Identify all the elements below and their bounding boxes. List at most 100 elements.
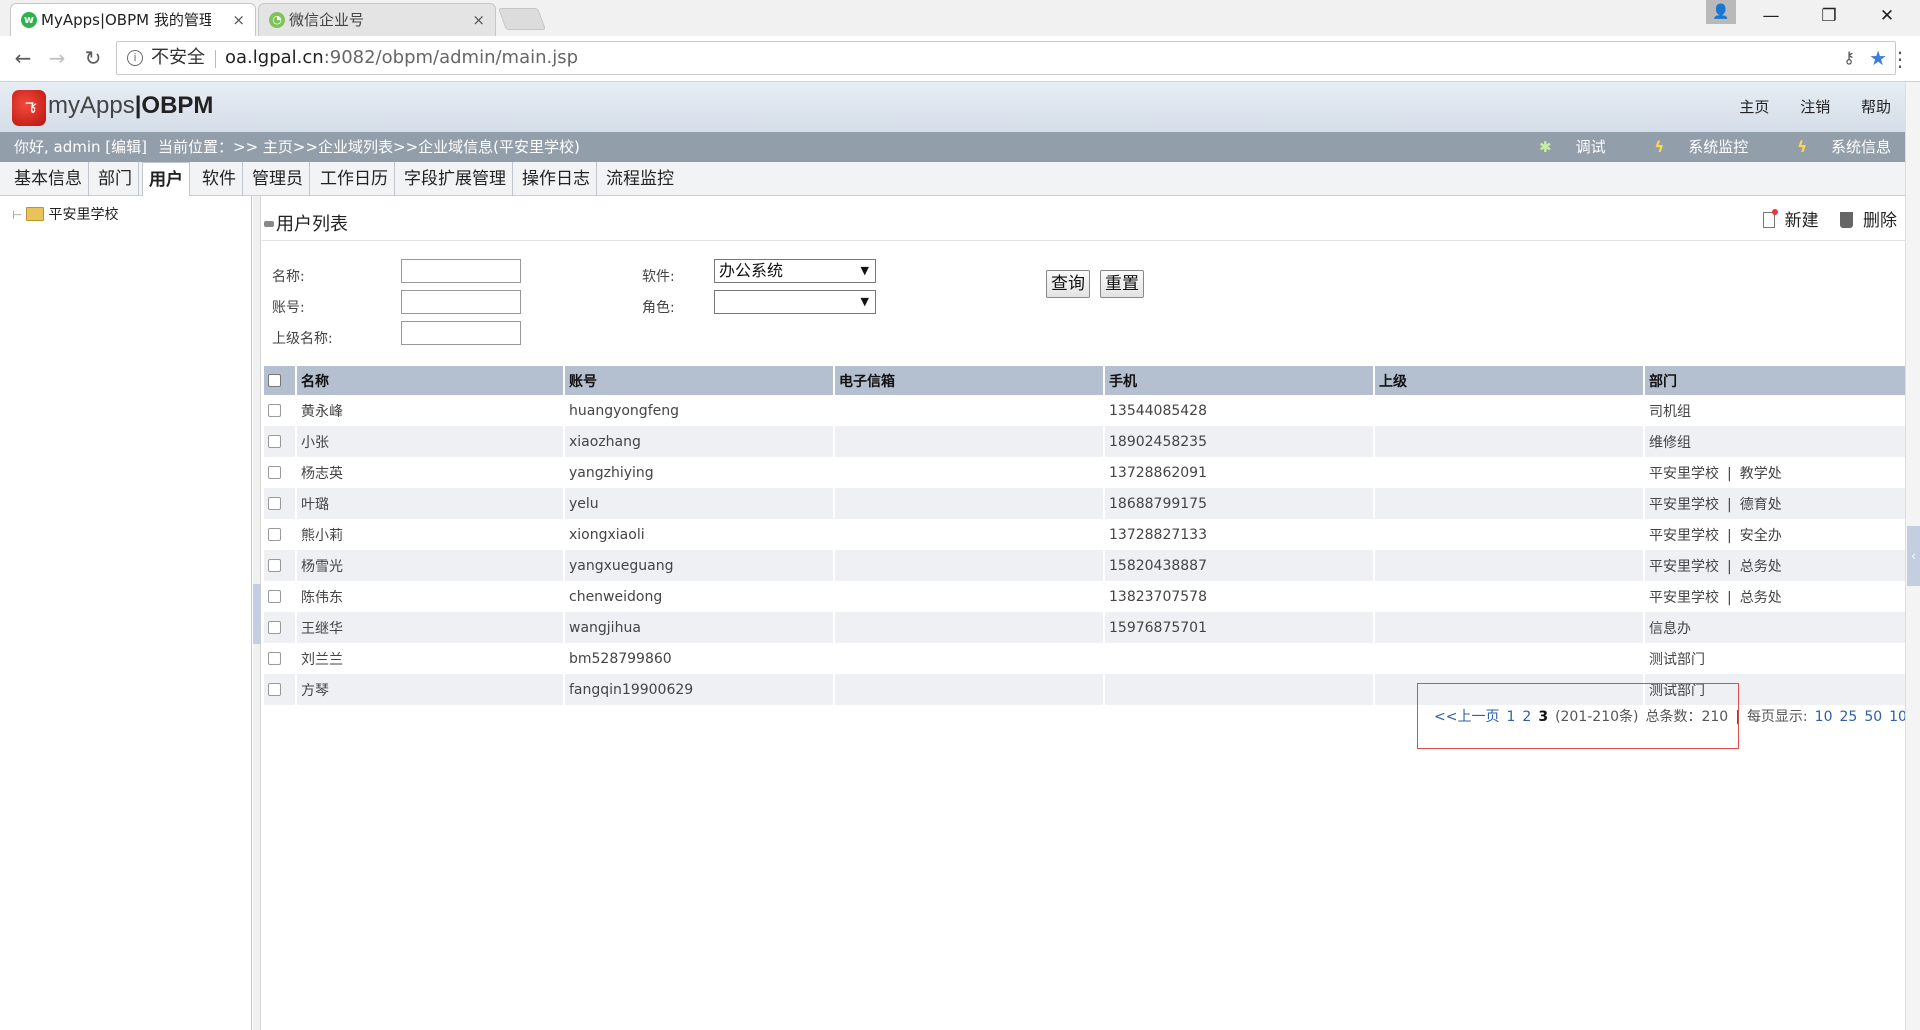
column-header-superior[interactable]: 上级 [1374,366,1645,395]
reset-button[interactable]: 重置 [1100,270,1144,298]
row-select-cell[interactable] [264,674,297,705]
browser-tab-wechat[interactable]: ◔ 微信企业号 × [258,3,496,36]
name-filter-input[interactable] [401,259,521,283]
bookmark-star-icon[interactable]: ★ [1869,42,1887,74]
row-select-cell[interactable] [264,457,297,488]
cell-name: 陈伟东 [296,581,565,612]
row-select-cell[interactable] [264,612,297,643]
right-collapse-bar[interactable]: ‹ [1905,82,1920,1030]
page-link-2[interactable]: 2 [1522,709,1531,725]
row-checkbox[interactable] [268,435,281,448]
table-row[interactable]: 王继华 wangjihua 15976875701 信息办 [264,612,1908,643]
row-checkbox[interactable] [268,590,281,603]
per-page-25[interactable]: 25 [1839,709,1857,725]
system-monitor-tool[interactable]: ϟ 系统监控 [1632,138,1748,156]
row-checkbox[interactable] [268,683,281,696]
table-row[interactable]: 叶璐 yelu 18688799175 平安里学校 | 德育处 [264,488,1908,519]
select-all-checkbox[interactable] [268,374,281,387]
debug-tool[interactable]: ✱ 调试 [1517,138,1606,156]
account-filter-input[interactable] [401,290,521,314]
pane-splitter[interactable] [253,196,261,1030]
parent-filter-label: 上级名称: [272,331,333,347]
browser-tab-obpm[interactable]: w MyApps|OBPM 我的管理 × [10,3,256,36]
minimize-icon[interactable]: — [1748,0,1794,32]
profile-icon[interactable]: 👤 [1706,0,1736,24]
user-greeting[interactable]: 你好, admin [编辑] [14,132,147,162]
prev-page-link[interactable]: <<上一页 [1434,709,1499,725]
row-checkbox[interactable] [268,528,281,541]
role-select[interactable]: ▼ [714,290,876,314]
key-icon[interactable]: ⚷ [1843,42,1855,74]
info-icon[interactable]: i [127,50,143,66]
column-header-email[interactable]: 电子信箱 [834,366,1105,395]
system-info-tool[interactable]: ϟ 系统信息 [1775,138,1891,156]
tab-users[interactable]: 用户 [142,162,190,197]
row-checkbox[interactable] [268,559,281,572]
forward-arrow-icon[interactable]: → [42,43,72,73]
back-arrow-icon[interactable]: ← [8,43,38,73]
column-header-department[interactable]: 部门 [1644,366,1908,395]
tab-operation-log[interactable]: 操作日志 [516,162,597,196]
row-checkbox[interactable] [268,652,281,665]
page-link-1[interactable]: 1 [1506,709,1515,725]
url-text[interactable]: oa.lgpal.cn:9082/obpm/admin/main.jsp [225,42,578,74]
per-page-50[interactable]: 50 [1864,709,1882,725]
tab-field-extension[interactable]: 字段扩展管理 [398,162,513,196]
row-select-cell[interactable] [264,643,297,674]
query-button[interactable]: 查询 [1046,270,1090,298]
header-select-all[interactable] [264,366,297,395]
address-bar[interactable]: i 不安全 oa.lgpal.cn:9082/obpm/admin/main.j… [116,41,1896,75]
new-tab-button[interactable] [497,8,547,30]
reload-icon[interactable]: ↻ [78,43,108,73]
splitter-grip[interactable] [253,584,261,644]
logout-link[interactable]: 注销 [1800,98,1830,116]
row-checkbox[interactable] [268,466,281,479]
collapse-arrow-icon[interactable]: ‹ [1907,526,1920,586]
department-secondary: 总务处 [1739,589,1782,606]
table-row[interactable]: 杨雪光 yangxueguang 15820438887 平安里学校 | 总务处 [264,550,1908,581]
security-label[interactable]: 不安全 [151,42,205,74]
delete-button[interactable]: 删除 [1832,211,1897,231]
row-select-cell[interactable] [264,581,297,612]
row-select-cell[interactable] [264,426,297,457]
column-header-mobile[interactable]: 手机 [1104,366,1375,395]
row-select-cell[interactable] [264,395,297,426]
tree-node-root[interactable]: ⊢ 平安里学校 [12,204,118,224]
software-select[interactable]: 办公系统 ▼ [714,259,876,283]
row-select-cell[interactable] [264,519,297,550]
cell-name: 黄永峰 [296,395,565,426]
tab-software[interactable]: 软件 [196,162,243,196]
row-checkbox[interactable] [268,497,281,510]
browser-menu-icon[interactable]: ⋮ [1890,44,1910,74]
column-header-name[interactable]: 名称 [296,366,565,395]
tab-basic-info[interactable]: 基本信息 [8,162,89,196]
tab-work-calendar[interactable]: 工作日历 [314,162,395,196]
tab-admins[interactable]: 管理员 [246,162,310,196]
row-select-cell[interactable] [264,550,297,581]
table-row[interactable]: 杨志英 yangzhiying 13728862091 平安里学校 | 教学处 [264,457,1908,488]
parent-filter-input[interactable] [401,321,521,345]
tab-close-icon[interactable]: × [232,4,245,36]
tab-departments[interactable]: 部门 [92,162,139,196]
table-row[interactable]: 陈伟东 chenweidong 13823707578 平安里学校 | 总务处 [264,581,1908,612]
column-header-account[interactable]: 账号 [564,366,835,395]
maximize-icon[interactable]: ❐ [1806,0,1852,32]
record-range: (201-210条) [1555,709,1639,725]
table-row[interactable]: 黄永峰 huangyongfeng 13544085428 司机组 [264,395,1908,426]
per-page-10[interactable]: 10 [1815,709,1833,725]
help-link[interactable]: 帮助 [1861,98,1891,116]
table-row[interactable]: 刘兰兰 bm528799860 测试部门 [264,643,1908,674]
row-checkbox[interactable] [268,404,281,417]
new-button[interactable]: 新建 [1755,209,1819,231]
collapse-icon[interactable] [264,221,274,227]
home-link[interactable]: 主页 [1739,98,1769,116]
window-close-icon[interactable]: ✕ [1864,0,1910,32]
table-row[interactable]: 熊小莉 xiongxiaoli 13728827133 平安里学校 | 安全办 [264,519,1908,550]
row-select-cell[interactable] [264,488,297,519]
table-row[interactable]: 小张 xiaozhang 18902458235 维修组 [264,426,1908,457]
row-checkbox[interactable] [268,621,281,634]
department-separator: | [1727,465,1732,482]
tab-close-icon[interactable]: × [472,4,485,36]
tree-expander-icon[interactable]: ⊢ [12,208,22,222]
tab-flow-monitor[interactable]: 流程监控 [600,162,680,196]
